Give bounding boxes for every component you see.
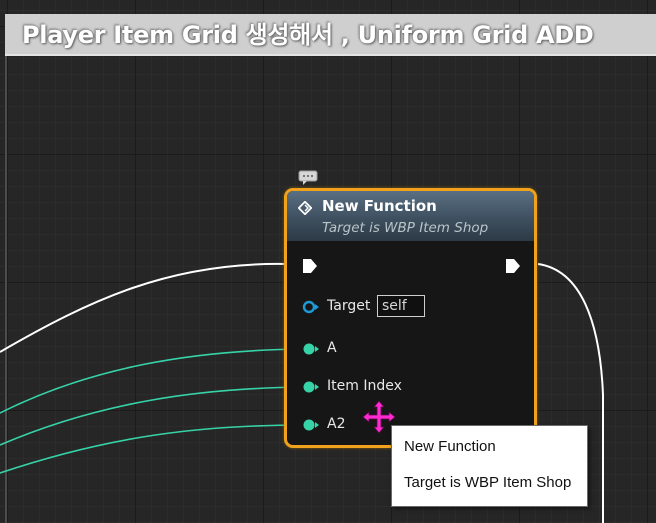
a2-pin[interactable]: [302, 418, 320, 432]
tooltip-title: New Function: [404, 438, 496, 455]
comment-bubble-icon[interactable]: [298, 170, 318, 186]
item-index-pin[interactable]: [302, 380, 320, 394]
item-index-pin-label: Item Index: [327, 378, 402, 394]
a-pin[interactable]: [302, 342, 320, 356]
graph-canvas[interactable]: Player Item Grid 생성해서 , Uniform Grid ADD…: [0, 0, 656, 523]
exec-wire-in[interactable]: [0, 262, 287, 353]
exec-in-pin[interactable]: [302, 258, 318, 274]
exec-out-pin[interactable]: [505, 258, 521, 274]
a2-pin-label: A2: [327, 416, 346, 432]
a-pin-label: A: [327, 340, 337, 356]
node-tooltip: New Function Target is WBP Item Shop: [391, 425, 588, 507]
function-icon: [298, 201, 312, 215]
data-wire-a[interactable]: [0, 348, 307, 414]
target-pin-label: Target: [327, 298, 371, 314]
target-default-field[interactable]: self: [377, 295, 425, 317]
target-pin[interactable]: [302, 300, 320, 314]
node-header[interactable]: New Function Target is WBP Item Shop: [287, 191, 534, 241]
function-node[interactable]: New Function Target is WBP Item Shop Tar…: [284, 188, 537, 448]
node-subtitle: Target is WBP Item Shop: [322, 220, 489, 236]
node-title: New Function: [322, 197, 437, 215]
data-wire-item-index[interactable]: [0, 386, 307, 446]
tooltip-target: Target is WBP Item Shop: [404, 474, 572, 491]
data-wire-a2[interactable]: [0, 424, 307, 474]
